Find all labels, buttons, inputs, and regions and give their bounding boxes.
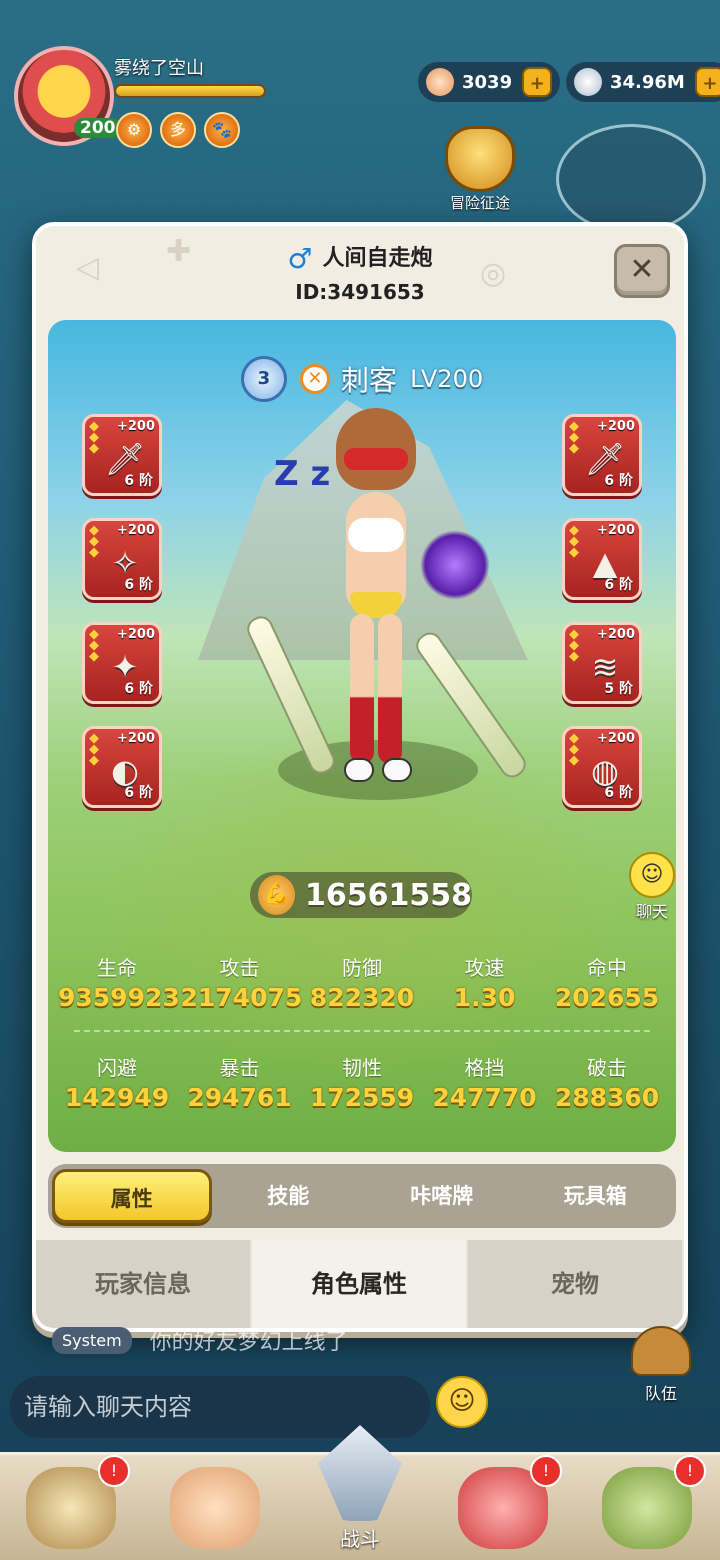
character-scene: 3 ✕ 刺客 LV200 Z z ◆ ◆ ◆ +200 🗡 6 阶 ◆ ◆ ◆ … [48, 320, 676, 1152]
system-message: 你的好友梦幻上线了 [149, 1330, 348, 1355]
stat-break: 破击 288360 [554, 1056, 660, 1112]
star-icon: ◆ ◆ ◆ [89, 523, 99, 560]
nav-guild[interactable]: ! [576, 1455, 720, 1560]
nav-hero[interactable] [144, 1455, 288, 1560]
stat-block: 格挡 247770 [432, 1056, 537, 1112]
stat-attack-speed: 攻速 1.30 [453, 956, 516, 1012]
star-icon: ◆ ◆ ◆ [569, 523, 579, 560]
combat-power-value: 16561558 [305, 877, 472, 913]
team-button[interactable]: 队伍 [626, 1326, 696, 1404]
notification-bell-icon: ! [674, 1455, 706, 1487]
currency-coins-value: 34.96M [610, 71, 685, 93]
class-name: 刺客 [341, 364, 398, 397]
nav-pet[interactable]: ! [432, 1455, 576, 1560]
tab-skills[interactable]: 技能 [212, 1169, 366, 1223]
rank-emblem-icon: 3 [240, 356, 287, 402]
hud-player-name: 雾绕了空山 [114, 58, 204, 79]
star-icon: ◆ ◆ ◆ [569, 731, 579, 768]
stats-panel: 生命 9359923 攻击 2174075 防御 822320 攻速 1.30 命中 20… [58, 952, 666, 1112]
stats-row: 闪避 142949 暴击 294761 韧性 172559 格挡 247770 破击 28… [58, 1052, 666, 1112]
sub-tab-bar: 属性 技能 咔嗒牌 玩具箱 [48, 1164, 676, 1228]
tab-cards[interactable]: 咔嗒牌 [365, 1169, 519, 1223]
chat-button[interactable]: ☺ 聊天 [612, 852, 692, 922]
player-character-model[interactable] [286, 408, 476, 818]
minimap[interactable] [556, 124, 706, 234]
star-icon: ◆ ◆ ◆ [569, 627, 579, 664]
stat-dodge: 闪避 142949 [64, 1056, 170, 1112]
star-icon: ◆ ◆ ◆ [89, 419, 99, 456]
stat-accuracy: 命中 202655 [554, 956, 660, 1012]
emoji-button[interactable]: ☺ [436, 1376, 488, 1428]
chat-bubble-icon: ☺ [629, 852, 675, 898]
chat-button-label: 聊天 [635, 902, 668, 921]
stat-hp: 生命 9359923 [58, 956, 180, 1012]
team-icon [631, 1326, 691, 1376]
muscle-icon: 💪 [258, 875, 295, 915]
shell-icon [426, 68, 454, 96]
equipment-slot-offhand[interactable]: ◆ ◆ ◆ +200 🗡 6 阶 [562, 414, 642, 496]
male-gender-icon: ♂ [287, 242, 313, 275]
currency-coins: 34.96M + [566, 62, 720, 102]
equipment-slot-necklace[interactable]: ◆ ◆ ◆ +200 ◍ 6 阶 [562, 726, 642, 808]
stat-attack: 攻击 2174075 [180, 956, 303, 1012]
hud: 雾绕了空山 200 ⚙ 多 🐾 3039 + 34.96M + 冒险征途 [0, 0, 720, 234]
tab-attributes[interactable]: 属性 [52, 1169, 212, 1223]
class-level: LV200 [410, 365, 484, 393]
battle-label: 战斗 [340, 1527, 380, 1551]
nav-character[interactable]: ! [0, 1455, 144, 1560]
add-coins-button[interactable]: + [694, 67, 720, 97]
equipment-slot-armor[interactable]: ◆ ◆ ◆ +200 ▲ 6 阶 [562, 518, 642, 600]
hud-buff-icon[interactable]: 🐾 [204, 112, 240, 148]
equipment-slot-pants[interactable]: ◆ ◆ ◆ +200 ≋ 5 阶 [562, 622, 642, 704]
notification-bell-icon: ! [530, 1455, 562, 1487]
combat-power: 💪 16561558 [250, 872, 472, 918]
nav-battle[interactable]: 战斗 [288, 1425, 432, 1560]
close-button[interactable]: ✕ [614, 244, 670, 298]
equipment-slot-weapon[interactable]: ◆ ◆ ◆ +200 🗡 6 阶 [82, 414, 162, 496]
stats-divider [74, 1030, 650, 1032]
add-shells-button[interactable]: + [522, 67, 553, 97]
adventure-button[interactable]: 冒险征途 [440, 126, 520, 220]
adventure-label: 冒险征途 [449, 194, 510, 212]
chat-input[interactable]: 请输入聊天内容 [10, 1376, 430, 1438]
hud-level-badge: 200 [74, 118, 122, 138]
profile-player-id: ID:3491653 [295, 280, 425, 304]
notification-bell-icon: ! [98, 1455, 130, 1487]
trophy-icon [445, 126, 515, 192]
system-message-row: System 你的好友梦幻上线了 [20, 1318, 348, 1362]
tab-pets[interactable]: 宠物 [468, 1240, 684, 1328]
bottom-navigation: ! 战斗 ! ! [0, 1425, 720, 1560]
stat-defense: 防御 822320 [309, 956, 415, 1012]
class-row: 3 ✕ 刺客 LV200 [48, 356, 676, 402]
player-profile-modal: ✚ ◎ ◁ ♂ 人间自走炮 ID:3491653 ✕ 3 ✕ 刺客 LV200 Z… [32, 222, 688, 1332]
team-label: 队伍 [644, 1384, 677, 1403]
hud-exp-bar [114, 84, 266, 98]
profile-player-name: 人间自走炮 [322, 246, 433, 271]
stats-row: 生命 9359923 攻击 2174075 防御 822320 攻速 1.30 命中 20… [58, 952, 666, 1012]
system-tag: System [52, 1326, 132, 1354]
sword-icon [318, 1425, 402, 1521]
star-icon: ◆ ◆ ◆ [569, 419, 579, 456]
equipment-slot-bracer[interactable]: ◆ ◆ ◆ +200 ✧ 6 阶 [82, 518, 162, 600]
tab-toybox[interactable]: 玩具箱 [519, 1169, 673, 1223]
equipment-slot-ring[interactable]: ◆ ◆ ◆ +200 ◐ 6 阶 [82, 726, 162, 808]
player-name-row: ♂ 人间自走炮 [36, 240, 684, 275]
currency-shells-value: 3039 [462, 71, 513, 93]
assassin-class-icon: ✕ [299, 364, 330, 394]
hud-buff-icon[interactable]: 多 [160, 112, 196, 148]
modal-header: ✚ ◎ ◁ ♂ 人间自走炮 ID:3491653 ✕ [36, 226, 684, 316]
equipment-slot-glove[interactable]: ◆ ◆ ◆ +200 ✦ 6 阶 [82, 622, 162, 704]
stat-toughness: 韧性 172559 [309, 1056, 415, 1112]
star-icon: ◆ ◆ ◆ [89, 731, 99, 768]
star-icon: ◆ ◆ ◆ [89, 627, 99, 664]
currency-shells: 3039 + [418, 62, 561, 102]
hero-nav-icon [170, 1467, 260, 1549]
coin-icon [574, 68, 602, 96]
hud-buff-icon[interactable]: ⚙ [116, 112, 152, 148]
stat-crit: 暴击 294761 [187, 1056, 292, 1112]
